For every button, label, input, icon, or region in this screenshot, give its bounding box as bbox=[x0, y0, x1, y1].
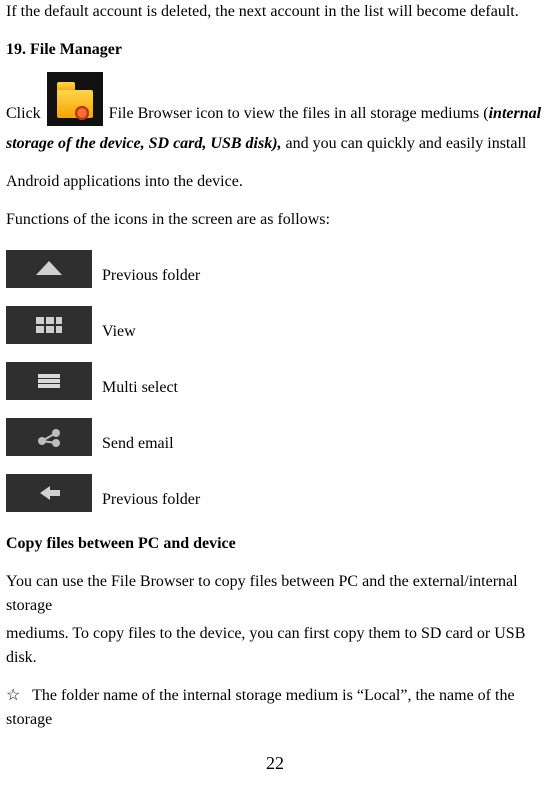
star-text: The folder name of the internal storage … bbox=[6, 687, 515, 728]
icon-label: Send email bbox=[102, 432, 174, 456]
icon-row-send-email: Send email bbox=[6, 418, 544, 456]
click-line-cont: storage of the device, SD card, USB disk… bbox=[6, 132, 544, 156]
after-bold-1: and you can quickly and easily install bbox=[286, 135, 527, 152]
copy-para-1: You can use the File Browser to copy fil… bbox=[6, 570, 544, 618]
click-label: Click bbox=[6, 102, 41, 126]
icon-label: Previous folder bbox=[102, 264, 200, 288]
star-icon: ☆ bbox=[6, 687, 20, 704]
icon-label: View bbox=[102, 320, 136, 344]
star-note: ☆ The folder name of the internal storag… bbox=[6, 684, 544, 732]
bold-italic-frag-1: internal bbox=[489, 102, 541, 126]
multi-select-icon bbox=[6, 362, 92, 400]
copy-para-2: mediums. To copy files to the device, yo… bbox=[6, 622, 544, 670]
previous-folder-icon-2 bbox=[6, 474, 92, 512]
click-line-3: Android applications into the device. bbox=[6, 170, 544, 194]
view-icon bbox=[6, 306, 92, 344]
section-heading-file-manager: 19. File Manager bbox=[6, 38, 544, 62]
icon-label: Previous folder bbox=[102, 488, 200, 512]
copy-heading: Copy files between PC and device bbox=[6, 532, 544, 556]
icon-row-view: View bbox=[6, 306, 544, 344]
icon-label: Multi select bbox=[102, 376, 178, 400]
intro-paragraph: If the default account is deleted, the n… bbox=[6, 0, 544, 24]
file-browser-icon bbox=[47, 72, 103, 126]
bold-italic-frag-2: storage of the device, SD card, USB disk… bbox=[6, 135, 282, 152]
icon-row-previous-folder: Previous folder bbox=[6, 250, 544, 288]
send-email-icon bbox=[6, 418, 92, 456]
icon-row-multi-select: Multi select bbox=[6, 362, 544, 400]
page-number: 22 bbox=[6, 750, 544, 777]
icon-row-previous-folder-2: Previous folder bbox=[6, 474, 544, 512]
after-icon-text-1a: File Browser icon to view the files in a… bbox=[109, 102, 489, 126]
previous-folder-icon bbox=[6, 250, 92, 288]
functions-intro: Functions of the icons in the screen are… bbox=[6, 208, 544, 232]
click-line: Click File Browser icon to view the file… bbox=[6, 72, 544, 126]
